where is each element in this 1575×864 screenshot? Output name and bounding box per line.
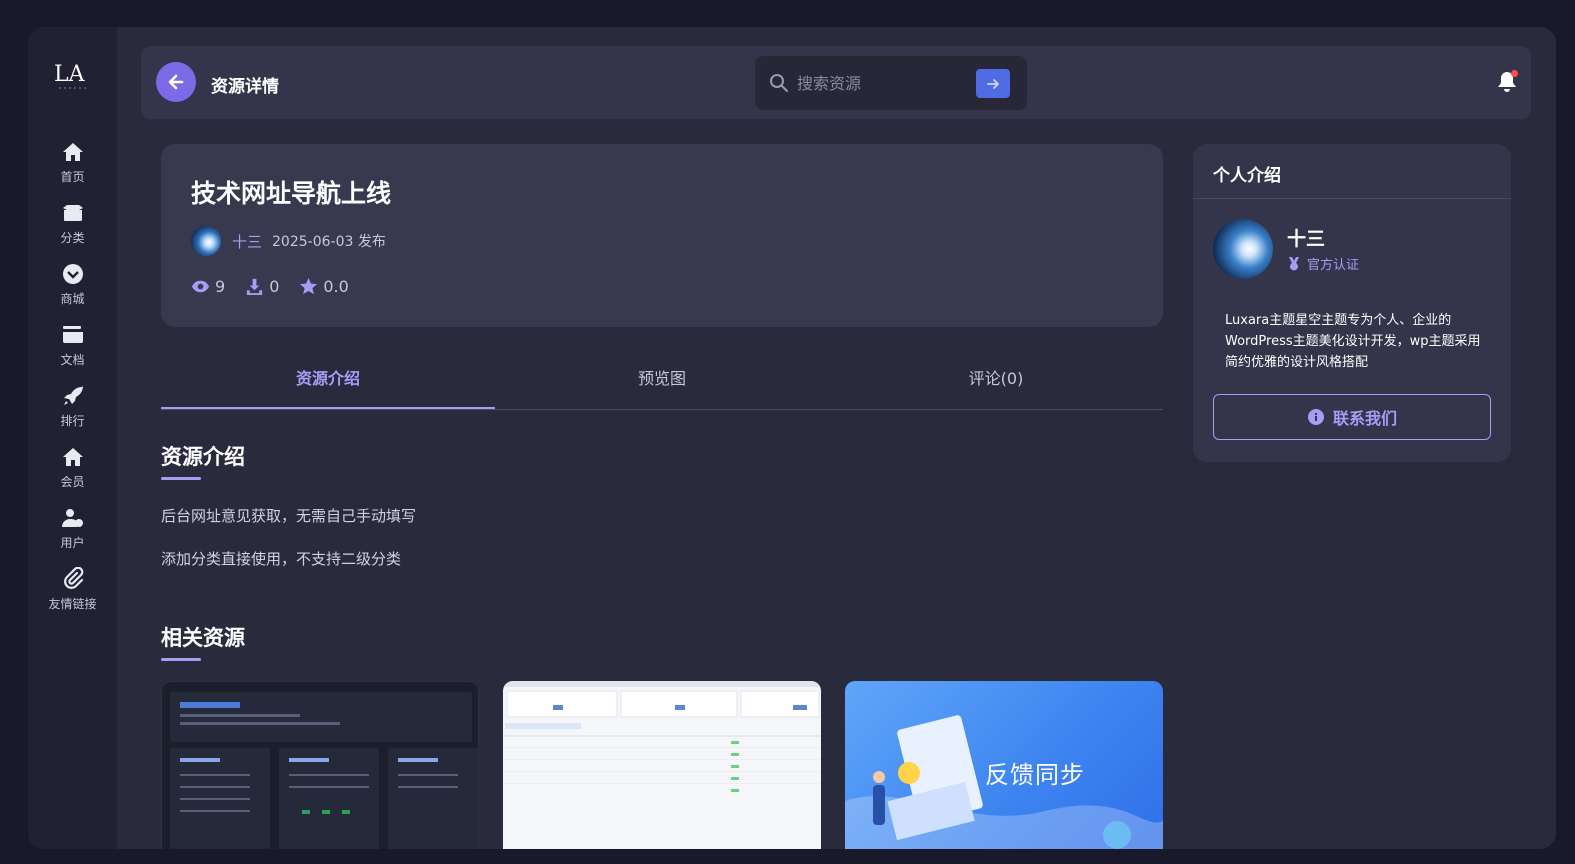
profile-card: 个人介绍 十三 官方认证 Luxara主题星空主题专为个人、企业的WordPre… [1193,144,1511,462]
sidebar-item-category[interactable]: 分类 [28,201,117,257]
sidebar-item-label: 会员 [60,475,85,489]
tab-preview[interactable]: 预览图 [495,360,829,409]
sidebar-item-label: 商城 [60,292,85,306]
contact-us-button[interactable]: 联系我们 [1213,394,1491,440]
paperclip-icon [63,567,83,589]
wallet-icon [62,326,83,343]
article-stats: 9 0 0.0 [191,277,369,296]
sidebar-item-shop[interactable]: 商城 [28,262,117,318]
tab-intro[interactable]: 资源介绍 [161,360,495,409]
sidebar-item-label: 用户 [60,536,85,550]
related-section-title: 相关资源 [161,626,245,650]
sidebar-item-label: 首页 [60,170,85,184]
intro-section-title: 资源介绍 [161,445,245,469]
page-title: 资源详情 [211,77,279,97]
top-header: 资源详情 [141,46,1531,119]
sidebar-item-label: 排行 [60,414,85,428]
eye-icon [191,280,210,293]
sidebar-item-links[interactable]: 友情链接 [28,567,117,623]
profile-avatar[interactable] [1213,219,1273,279]
author-name[interactable]: 十三 [232,231,262,252]
author-avatar[interactable] [191,226,221,256]
article-title: 技术网址导航上线 [191,179,392,208]
arrow-right-icon [987,78,1000,89]
medal-icon [1289,256,1299,270]
verified-badge: 官方认证 [1287,254,1359,273]
verified-badge-label: 官方认证 [1307,258,1360,273]
intro-title-underline [161,477,201,480]
star-icon [300,277,318,295]
related-card-caption: 反馈同步 [985,761,1085,789]
sidebar-item-label: 分类 [60,231,85,245]
box-icon [62,205,83,221]
sidebar-item-member[interactable]: 会员 [28,445,117,501]
info-icon [1307,409,1324,425]
sidebar-item-user[interactable]: 用户 [28,506,117,562]
search-icon [770,74,788,92]
downloads-count: 0 [269,277,280,296]
tab-comments[interactable]: 评论(0) [829,360,1163,409]
chevron-circle-icon [62,264,83,284]
notification-bell[interactable] [1496,70,1518,94]
site-logo[interactable]: LA [51,55,95,99]
sidebar: LA 首页 分类 商城 文档 排行 会员 用户 友情链接 [28,27,117,849]
search-input[interactable] [797,70,967,96]
download-icon [247,278,263,296]
related-card-1[interactable] [161,681,479,849]
back-button[interactable] [156,62,196,102]
app-window: LA 首页 分类 商城 文档 排行 会员 用户 友情链接 资源详情 搜索资源 技… [28,27,1556,849]
rocket-icon [63,386,83,405]
home-icon [62,448,83,466]
profile-name: 十三 [1287,228,1326,250]
profile-description: Luxara主题星空主题专为个人、企业的WordPress主题美化设计开发，wp… [1225,313,1481,370]
contact-us-label: 联系我们 [1332,409,1397,428]
related-title-underline [161,658,201,661]
user-icon [61,509,83,527]
sidebar-item-ranking[interactable]: 排行 [28,384,117,440]
notification-dot [1511,70,1518,77]
home-icon [62,143,83,161]
related-card-3[interactable]: 反馈同步 [845,681,1163,849]
svg-text:LA: LA [54,62,86,87]
search-submit-button[interactable] [976,69,1010,98]
profile-title: 个人介绍 [1213,166,1281,186]
rating-value: 0.0 [323,277,349,296]
sidebar-item-docs[interactable]: 文档 [28,323,117,379]
sidebar-item-label: 友情链接 [48,597,97,611]
intro-line: 后台网址意见获取，无需自己手动填写 [161,507,417,525]
article-card: 技术网址导航上线 十三 2025-06-03 发布 9 0 0.0 [161,144,1163,327]
related-card-2[interactable] [503,681,821,849]
views-count: 9 [215,277,226,296]
detail-tabs: 资源介绍 预览图 评论(0) [161,360,1163,410]
table-thumbnail [503,681,821,792]
views-stat: 9 [191,277,225,296]
article-meta: 十三 2025-06-03 发布 [191,226,386,256]
arrow-left-icon [168,74,184,90]
profile-divider [1193,198,1511,199]
publish-date: 2025-06-03 发布 [272,234,386,250]
sidebar-item-label: 文档 [60,353,85,367]
rating-stat: 0.0 [299,277,349,296]
downloads-stat: 0 [245,277,279,296]
sidebar-item-home[interactable]: 首页 [28,140,117,196]
search-box [755,56,1027,110]
intro-line: 添加分类直接使用，不支持二级分类 [161,550,402,568]
dashboard-thumbnail [170,692,478,849]
